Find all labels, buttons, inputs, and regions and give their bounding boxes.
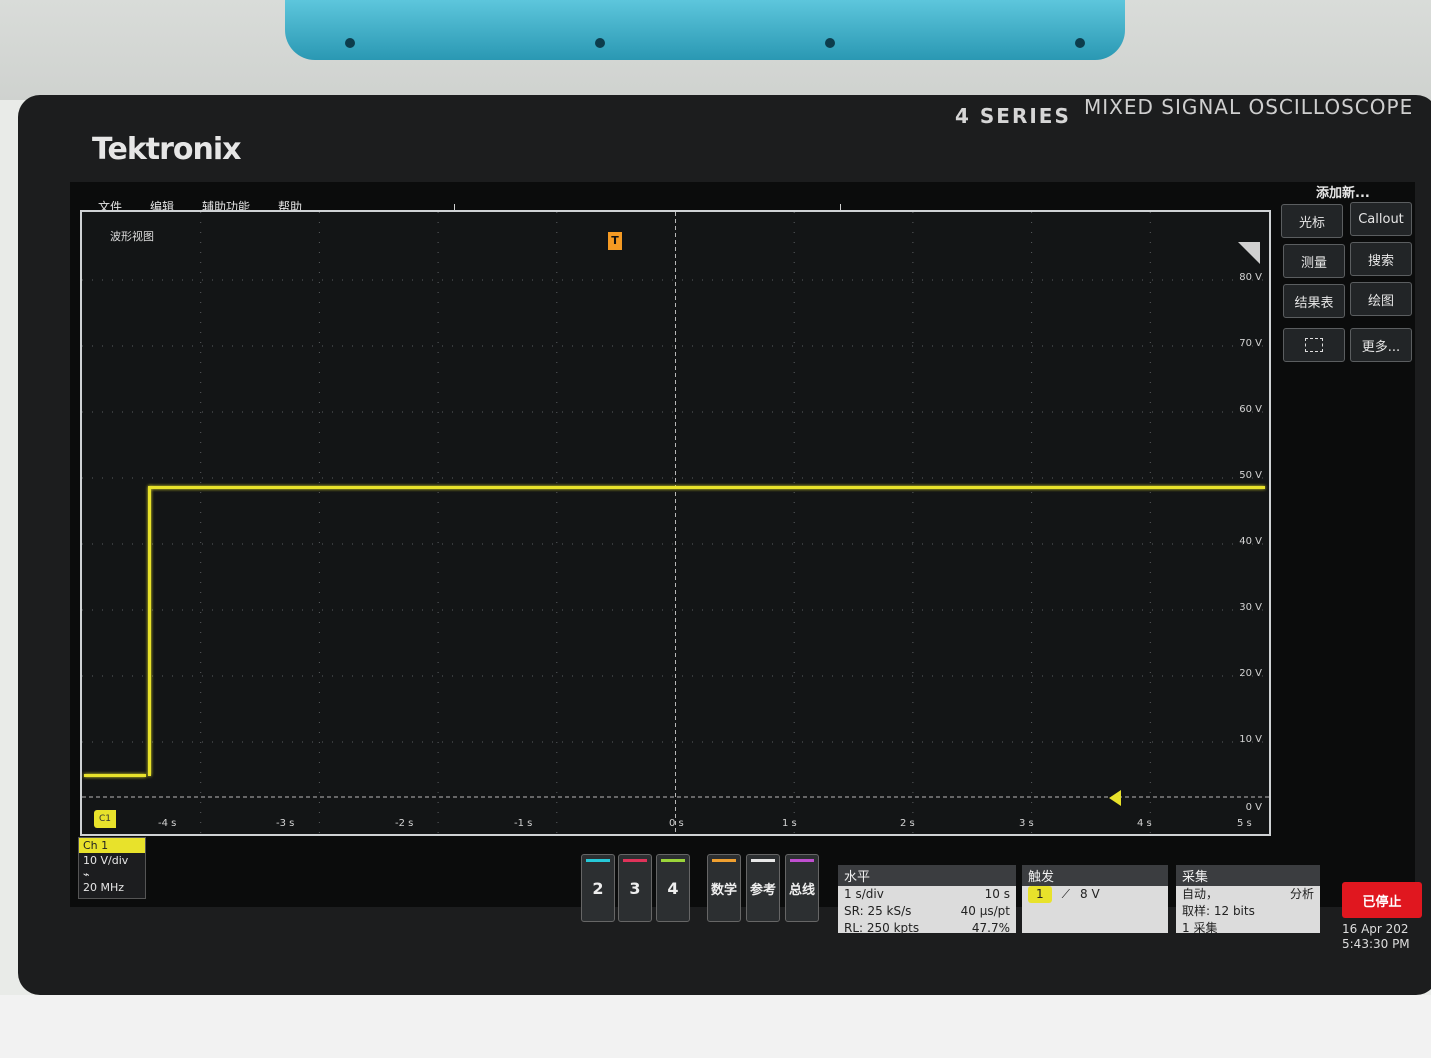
y-tick-70: 70 V: [1239, 338, 1262, 349]
x-tick-0: 0 s: [669, 818, 684, 829]
date-text: 16 Apr 202: [1342, 922, 1409, 936]
horizontal-position: 47.7%: [971, 921, 1010, 935]
plot-button[interactable]: 绘图: [1350, 282, 1412, 316]
math-label: 数学: [710, 882, 737, 898]
y-tick-80: 80 V: [1239, 272, 1262, 283]
acquisition-count: 1 采集: [1182, 921, 1218, 935]
trace-rising-edge: [148, 486, 151, 776]
screw: [825, 38, 835, 48]
sample-rate: SR: 25 kS/s: [844, 904, 912, 918]
screw: [345, 38, 355, 48]
scope-screen: 文件 编辑 辅助功能 帮助 C1 80 V 70 V 60 V 50 V 40 …: [70, 182, 1422, 951]
channel-2-button[interactable]: 2: [581, 854, 615, 922]
x-tick-4: 4 s: [1137, 818, 1152, 829]
horizontal-panel[interactable]: 水平 1 s/div 10 s SR: 25 kS/s 40 µs/pt RL: 2…: [838, 865, 1016, 935]
channel-3-button[interactable]: 3: [618, 854, 652, 922]
horizontal-duration: 10 s: [984, 887, 1010, 901]
trigger-panel[interactable]: 触发 1 ⟋ 8 V: [1022, 865, 1168, 933]
x-tick-neg1: -1 s: [514, 818, 533, 829]
channel-4-label: 4: [667, 878, 679, 898]
y-tick-40: 40 V: [1239, 536, 1262, 547]
search-button[interactable]: 搜索: [1350, 242, 1412, 276]
acquisition-title: 采集: [1176, 865, 1320, 886]
add-new-title: 添加新...: [1316, 186, 1370, 201]
trigger-source: 1: [1028, 886, 1052, 903]
acquisition-panel[interactable]: 采集 自动， 分析 取样: 12 bits 1 采集: [1176, 865, 1320, 935]
acquisition-sampling: 取样: 12 bits: [1182, 904, 1255, 918]
bus-button[interactable]: 总线: [785, 854, 819, 922]
waveform-view-title: 波形视图: [110, 230, 154, 243]
dashed-box-icon: [1305, 338, 1323, 352]
math-button[interactable]: 数学: [707, 854, 741, 922]
model-label: MIXED SIGNAL OSCILLOSCOPE: [1084, 95, 1414, 119]
measure-button[interactable]: 测量: [1283, 244, 1345, 278]
reference-label: 参考: [749, 882, 776, 898]
trigger-title: 触发: [1022, 865, 1168, 886]
x-tick-3: 3 s: [1019, 818, 1034, 829]
run-stop-status[interactable]: 已停止: [1342, 882, 1422, 918]
reference-button[interactable]: 参考: [746, 854, 780, 922]
y-tick-20: 20 V: [1239, 668, 1262, 679]
acquisition-mode: 自动，: [1182, 887, 1219, 901]
probe-icon: ⌁: [83, 868, 90, 881]
y-tick-60: 60 V: [1239, 404, 1262, 415]
results-table-button[interactable]: 结果表: [1283, 284, 1345, 318]
x-tick-5: 5 s: [1237, 818, 1252, 829]
rising-edge-icon: ⟋: [1061, 887, 1071, 901]
probe-holder: [285, 0, 1125, 60]
reference-color-bar: [751, 859, 775, 862]
channel-4-color-bar: [661, 859, 685, 862]
acquisition-analysis: 分析: [1289, 887, 1314, 901]
y-tick-50: 50 V: [1239, 470, 1262, 481]
channel-2-label: 2: [592, 878, 604, 898]
horizontal-scale: 1 s/div: [844, 887, 884, 901]
channel-3-color-bar: [623, 859, 647, 862]
screw: [595, 38, 605, 48]
time-text: 5:43:30 PM: [1342, 937, 1410, 951]
channel-4-button[interactable]: 4: [656, 854, 690, 922]
x-tick-neg4: -4 s: [158, 818, 177, 829]
bottom-bezel: [0, 995, 1431, 1058]
trigger-position-marker[interactable]: T: [608, 232, 622, 250]
time-per-point: 40 µs/pt: [960, 904, 1010, 918]
horizontal-title: 水平: [838, 865, 1016, 886]
trigger-level-marker[interactable]: [1109, 790, 1121, 806]
channel-1-marker[interactable]: C1: [94, 810, 116, 828]
bus-label: 总线: [788, 882, 815, 898]
y-tick-10: 10 V: [1239, 734, 1262, 745]
graticule: [82, 212, 1269, 834]
channel-1-name: Ch 1: [79, 838, 145, 853]
x-tick-1: 1 s: [782, 818, 797, 829]
callout-button[interactable]: Callout: [1350, 202, 1412, 236]
series-label: 4 SERIES: [955, 104, 1071, 128]
channel-1-scale: 10 V/div: [83, 854, 129, 867]
channel-1-bandwidth: 20 MHz: [83, 881, 125, 894]
channel-3-label: 3: [629, 878, 641, 898]
math-color-bar: [712, 859, 736, 862]
brand-logo: Tektronix: [92, 132, 242, 167]
y-tick-30: 30 V: [1239, 602, 1262, 613]
x-tick-2: 2 s: [900, 818, 915, 829]
date-time: 16 Apr 202 5:43:30 PM: [1342, 922, 1422, 952]
x-tick-neg2: -2 s: [395, 818, 414, 829]
zoom-icon[interactable]: [1238, 242, 1260, 264]
bus-color-bar: [790, 859, 814, 862]
channel-1-badge[interactable]: Ch 1 10 V/div ⌁ 20 MHz: [78, 837, 146, 899]
waveform-plot[interactable]: C1 80 V 70 V 60 V 50 V 40 V 30 V 20 V 10…: [80, 210, 1271, 836]
zoom-select-button[interactable]: [1283, 328, 1345, 362]
more-button[interactable]: 更多...: [1350, 328, 1412, 362]
trace-high-segment: [150, 486, 1265, 489]
cursor-button[interactable]: 光标: [1281, 204, 1343, 238]
y-tick-0: 0 V: [1245, 802, 1262, 813]
screw: [1075, 38, 1085, 48]
x-tick-neg3: -3 s: [276, 818, 295, 829]
channel-2-color-bar: [586, 859, 610, 862]
trigger-level: 8 V: [1080, 887, 1100, 901]
trace-low-segment: [84, 774, 146, 777]
record-length: RL: 250 kpts: [844, 921, 920, 935]
